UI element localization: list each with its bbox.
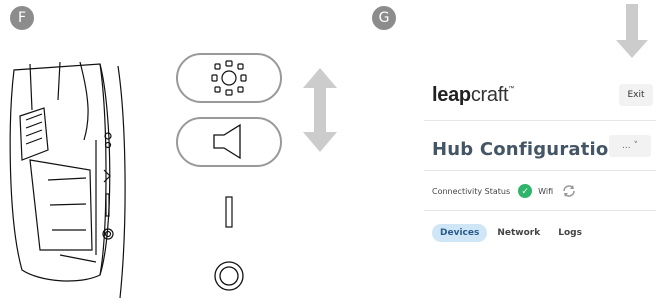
connectivity-status-row: Connectivity Status ✓ Wifi <box>432 181 577 201</box>
divider <box>424 120 656 121</box>
speaker-button <box>176 117 282 167</box>
tab-devices[interactable]: Devices <box>432 224 488 242</box>
led-slot-icon <box>225 196 233 228</box>
down-arrow-icon <box>616 4 648 58</box>
page-title: Hub Configuration <box>432 139 622 160</box>
check-icon: ✓ <box>518 184 533 198</box>
updown-arrow-icon <box>303 68 337 152</box>
divider <box>424 170 656 171</box>
device-sideview <box>9 61 126 299</box>
wifi-label: Wifi <box>538 186 554 196</box>
tab-bar: Devices Network Logs <box>432 224 592 242</box>
refresh-icon[interactable] <box>561 184 577 198</box>
divider <box>424 210 656 211</box>
exit-button[interactable]: Exit <box>619 84 653 106</box>
connectivity-status-label: Connectivity Status <box>432 186 511 196</box>
leapcraft-logo: leapcraft™ <box>432 84 514 106</box>
sun-button <box>176 53 282 103</box>
tab-network[interactable]: Network <box>489 224 548 242</box>
more-options-button[interactable]: ... ˅ <box>609 135 651 157</box>
tab-logs[interactable]: Logs <box>550 224 590 242</box>
round-button-icon <box>214 261 244 291</box>
